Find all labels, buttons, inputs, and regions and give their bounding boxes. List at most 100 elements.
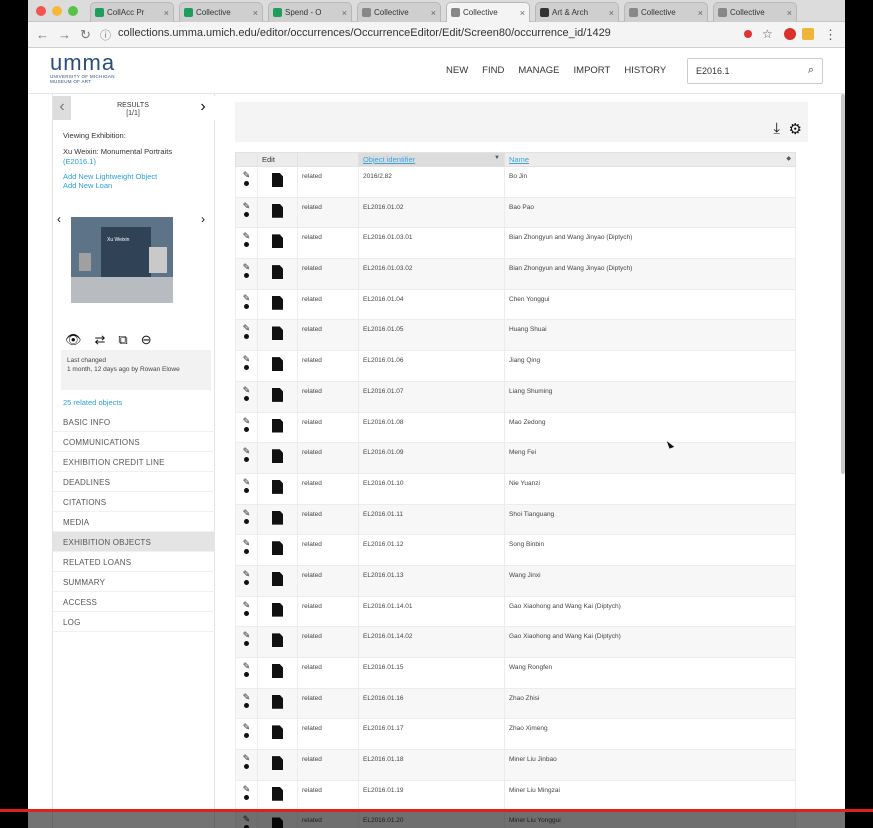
document-icon[interactable]: [272, 602, 283, 617]
select-dot-icon[interactable]: [244, 702, 249, 708]
select-dot-icon[interactable]: [244, 579, 249, 585]
select-dot-icon[interactable]: [244, 242, 249, 248]
forward-icon[interactable]: →: [58, 27, 71, 42]
document-icon[interactable]: [272, 234, 283, 249]
table-row[interactable]: ✎ related EL2016.01.16 Zhao Zhisi: [235, 687, 796, 720]
col-object-identifier[interactable]: Object identifier ▼: [358, 152, 505, 167]
paperclip-icon[interactable]: ✎: [243, 171, 251, 180]
table-row[interactable]: ✎ related EL2016.01.13 Wang Jinxi: [235, 564, 796, 597]
table-row[interactable]: ✎ related EL2016.01.14.01 Gao Xiaohong and …: [235, 595, 796, 628]
document-icon[interactable]: [272, 357, 283, 372]
select-dot-icon[interactable]: [244, 733, 249, 739]
table-row[interactable]: ✎ related EL2016.01.17 Zhao Ximeng: [235, 718, 796, 751]
sidebar-item-deadlines[interactable]: DEADLINES: [53, 472, 215, 492]
document-icon[interactable]: [272, 295, 283, 310]
col-edit[interactable]: Edit: [257, 152, 298, 167]
document-icon[interactable]: [272, 541, 283, 556]
table-row[interactable]: ✎ related EL2016.01.03.02 Bian Zhongyun and…: [235, 258, 796, 290]
table-row[interactable]: ✎ related EL2016.01.15 Wang Rongfen: [235, 657, 796, 689]
browser-tab[interactable]: Collective ×: [179, 2, 263, 22]
sidebar-item-related-loans[interactable]: RELATED LOANS: [53, 552, 215, 572]
tab-close-icon[interactable]: ×: [787, 8, 792, 18]
select-dot-icon[interactable]: [244, 365, 249, 371]
table-row[interactable]: ✎ related EL2016.01.14.02 Gao Xiaohong and …: [235, 626, 796, 658]
document-icon[interactable]: [272, 479, 283, 494]
document-icon[interactable]: [272, 756, 283, 771]
document-icon[interactable]: [272, 173, 283, 187]
paperclip-icon[interactable]: ✎: [243, 447, 251, 456]
select-dot-icon[interactable]: [244, 426, 249, 432]
prev-result-button[interactable]: ‹: [53, 96, 71, 120]
sync-icon[interactable]: ⇄: [95, 332, 106, 348]
document-icon[interactable]: [272, 725, 283, 740]
document-icon[interactable]: [272, 265, 283, 280]
tab-close-icon[interactable]: ×: [253, 8, 258, 18]
nav-import[interactable]: IMPORT: [574, 65, 611, 76]
paperclip-icon[interactable]: ✎: [243, 662, 251, 671]
document-icon[interactable]: [272, 387, 283, 402]
document-icon[interactable]: [272, 510, 283, 525]
sidebar-item-log[interactable]: LOG: [53, 612, 215, 632]
adblock-icon[interactable]: [784, 28, 796, 40]
paperclip-icon[interactable]: ✎: [243, 508, 251, 518]
copy-icon[interactable]: ⧉: [118, 332, 127, 348]
document-icon[interactable]: [272, 203, 283, 218]
paperclip-icon[interactable]: ✎: [243, 569, 251, 579]
table-row[interactable]: ✎ related EL2016.01.04 Chen Yonggui: [235, 288, 796, 321]
document-icon[interactable]: [272, 664, 283, 678]
nav-manage[interactable]: MANAGE: [518, 65, 559, 76]
document-icon[interactable]: [272, 326, 283, 341]
select-dot-icon[interactable]: [244, 794, 249, 800]
search-icon[interactable]: ⌕: [808, 64, 814, 77]
select-dot-icon[interactable]: [244, 549, 249, 555]
paperclip-icon[interactable]: ✎: [243, 416, 251, 426]
related-objects-link[interactable]: 25 related objects: [63, 398, 122, 407]
document-icon[interactable]: [272, 571, 283, 586]
paperclip-icon[interactable]: ✎: [243, 539, 251, 548]
sidebar-item-citations[interactable]: CITATIONS: [53, 492, 215, 512]
paperclip-icon[interactable]: ✎: [243, 324, 251, 333]
paperclip-icon[interactable]: ✎: [243, 293, 251, 303]
umma-logo[interactable]: umma UNIVERSITY OF MICHIGAN MUSEUM OF AR…: [50, 52, 115, 85]
exhibition-id-link[interactable]: (E2016.1): [63, 157, 96, 166]
select-dot-icon[interactable]: [244, 641, 249, 647]
document-icon[interactable]: [272, 694, 283, 709]
table-row[interactable]: ✎ related EL2016.01.11 Shoi Tianguang: [235, 503, 796, 536]
table-row[interactable]: ✎ related EL2016.01.07 Liang Shuming: [235, 380, 796, 413]
table-row[interactable]: ✎ related EL2016.01.12 Song Binbin: [235, 534, 796, 566]
select-dot-icon[interactable]: [244, 518, 249, 524]
table-row[interactable]: ✎ related EL2016.01.10 Nie Yuanzi: [235, 472, 796, 505]
gear-icon[interactable]: ⚙: [789, 120, 802, 138]
col-name[interactable]: Name ◆: [504, 152, 796, 167]
browser-tab[interactable]: Art & Arch ×: [535, 2, 619, 22]
browser-tab[interactable]: Collective ×: [624, 2, 708, 22]
select-dot-icon[interactable]: [244, 181, 249, 186]
url-field[interactable]: collections.umma.umich.edu/editor/occurr…: [118, 27, 611, 39]
paperclip-icon[interactable]: ✎: [243, 263, 251, 272]
paperclip-icon[interactable]: ✎: [243, 692, 251, 702]
paperclip-icon[interactable]: ✎: [243, 600, 251, 610]
tab-close-icon[interactable]: ×: [698, 8, 703, 18]
table-row[interactable]: ✎ related EL2016.01.03.01 Bian Zhongyun and…: [235, 227, 796, 260]
tab-close-icon[interactable]: ×: [431, 8, 436, 18]
table-row[interactable]: ✎ related EL2016.01.02 Bao Pao: [235, 196, 796, 229]
select-dot-icon[interactable]: [244, 395, 249, 401]
paperclip-icon[interactable]: ✎: [243, 723, 251, 732]
table-row[interactable]: ✎ related EL2016.01.09 Meng Fei: [235, 442, 796, 474]
paperclip-icon[interactable]: ✎: [243, 477, 251, 487]
col-type[interactable]: [297, 152, 359, 167]
browser-tab[interactable]: Spend - O ×: [268, 2, 352, 22]
next-image-button[interactable]: ›: [201, 212, 205, 226]
tab-close-icon[interactable]: ×: [342, 8, 347, 18]
select-dot-icon[interactable]: [244, 487, 249, 493]
browser-tab[interactable]: Collective ×: [357, 2, 441, 22]
info-icon[interactable]: ⓘ: [100, 27, 111, 43]
table-row[interactable]: ✎ related EL2016.01.19 Miner Liu Mingzai: [235, 779, 796, 812]
remove-icon[interactable]: ⊖: [141, 332, 152, 348]
sidebar-item-exhibition-objects[interactable]: EXHIBITION OBJECTS: [53, 532, 215, 552]
paperclip-icon[interactable]: ✎: [243, 784, 251, 794]
maximize-window-button[interactable]: [68, 6, 78, 16]
add-lightweight-object-link[interactable]: Add New Lightweight Object: [63, 172, 157, 181]
star-icon[interactable]: ☆: [762, 27, 773, 41]
select-dot-icon[interactable]: [244, 610, 249, 616]
